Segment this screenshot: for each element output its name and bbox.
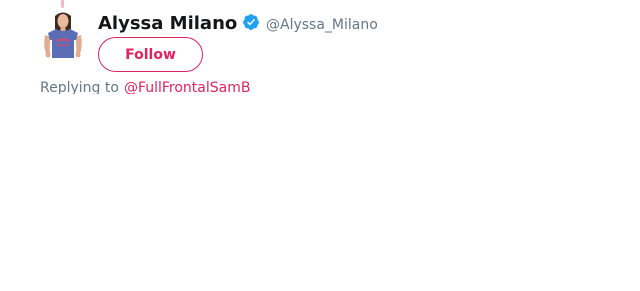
user-display-name[interactable]: Alyssa Milano (98, 12, 237, 36)
follow-button[interactable]: Follow (98, 37, 203, 72)
avatar[interactable] (40, 10, 86, 60)
replying-to-label: Replying to (40, 80, 119, 94)
replying-to-line: Replying to @FullFrontalSamB (40, 78, 300, 94)
profile-photo-icon (40, 10, 86, 60)
replying-to-handle-link[interactable]: @FullFrontalSamB (124, 80, 251, 94)
thread-connector-line (61, 0, 64, 8)
user-handle[interactable]: @Alyssa_Milano (266, 15, 378, 35)
verified-badge-icon (242, 13, 260, 31)
